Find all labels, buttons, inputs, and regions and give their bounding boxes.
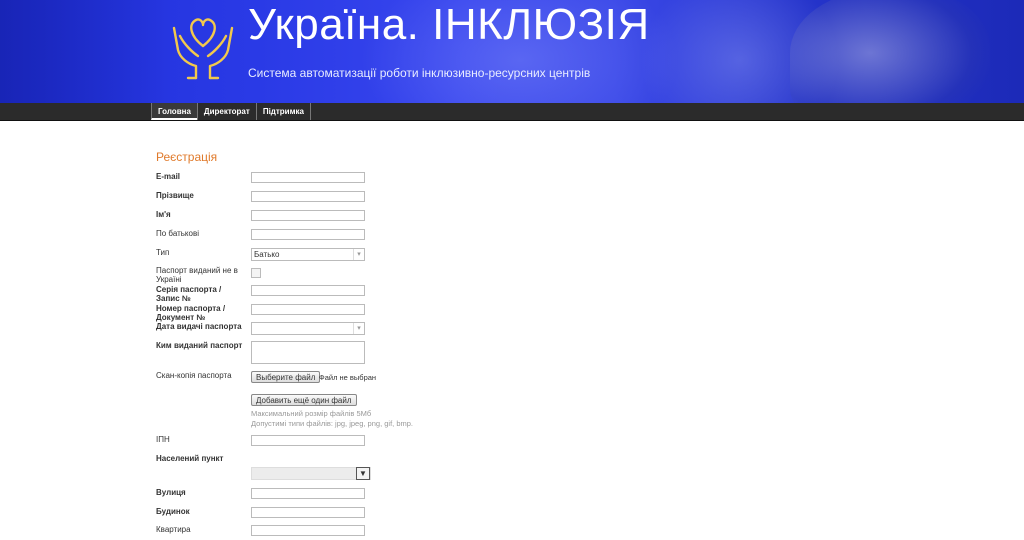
heart-hands-icon	[172, 18, 234, 80]
field-label: Квартира	[156, 525, 191, 534]
passport-number-input[interactable]	[251, 304, 365, 315]
field-label: E-mail	[156, 172, 181, 181]
max-size-note: Максимальний розмір файлів 5Мб	[251, 409, 372, 418]
field-label: Будинок	[156, 507, 190, 516]
nav-item-directorate[interactable]: Директорат	[196, 103, 256, 120]
field-label: Тип	[156, 248, 170, 257]
field-label: Вулиця	[156, 488, 186, 497]
foreign-passport-checkbox[interactable]	[251, 268, 261, 278]
street-input[interactable]	[251, 488, 365, 499]
field-label: Прізвище	[156, 191, 194, 200]
passport-date-select[interactable]: ▾	[251, 322, 365, 335]
surname-input[interactable]	[251, 191, 365, 202]
site-subtitle: Система автоматизації роботи інклюзивно-…	[248, 66, 591, 80]
header-banner: Україна. ІНКЛЮЗІЯ Система автоматизації …	[0, 0, 1024, 103]
tin-input[interactable]	[251, 435, 365, 446]
caret-down-icon: ▼	[356, 467, 370, 480]
field-label: Скан-копія паспорта	[156, 371, 232, 380]
field-label: Паспорт виданий не в Україні	[156, 266, 238, 284]
issued-by-textarea[interactable]	[251, 341, 365, 364]
banner-photo	[790, 0, 990, 103]
no-file-label: Файл не выбран	[319, 373, 377, 382]
site-title: Україна. ІНКЛЮЗІЯ	[248, 0, 650, 49]
add-file-button[interactable]: Добавить ещё один файл	[251, 394, 357, 406]
field-label: Серія паспорта / Запис №	[156, 285, 222, 303]
locality-select[interactable]: ▼	[251, 467, 371, 480]
email-input[interactable]	[251, 172, 365, 183]
nav-item-support[interactable]: Підтримка	[255, 103, 311, 120]
patronymic-input[interactable]	[251, 229, 365, 240]
type-select-value: Батько	[254, 250, 280, 259]
field-label: Дата видачі паспорта	[156, 322, 242, 331]
building-input[interactable]	[251, 507, 365, 518]
field-label: Ким виданий паспорт	[156, 341, 243, 350]
choose-file-button[interactable]: Выберите файл	[251, 371, 321, 383]
chevron-down-icon: ▾	[353, 249, 364, 260]
apartment-input[interactable]	[251, 525, 365, 536]
field-label: Номер паспорта / Документ №	[156, 304, 226, 322]
type-select[interactable]: Батько ▾	[251, 248, 365, 261]
chevron-down-icon: ▾	[353, 323, 364, 334]
allowed-types-note: Допустимі типи файлів: jpg, jpeg, png, g…	[251, 419, 413, 428]
passport-series-input[interactable]	[251, 285, 365, 296]
main-nav: Головна Директорат Підтримка	[0, 103, 1024, 121]
nav-item-home[interactable]: Головна	[151, 103, 197, 120]
page-title: Реєстрація	[156, 150, 218, 164]
name-input[interactable]	[251, 210, 365, 221]
field-label: По батькові	[156, 229, 199, 238]
banner-shade	[0, 0, 170, 103]
field-label: Населений пункт	[156, 454, 224, 463]
field-label: Ім'я	[156, 210, 171, 219]
field-label: ІПН	[156, 435, 170, 444]
